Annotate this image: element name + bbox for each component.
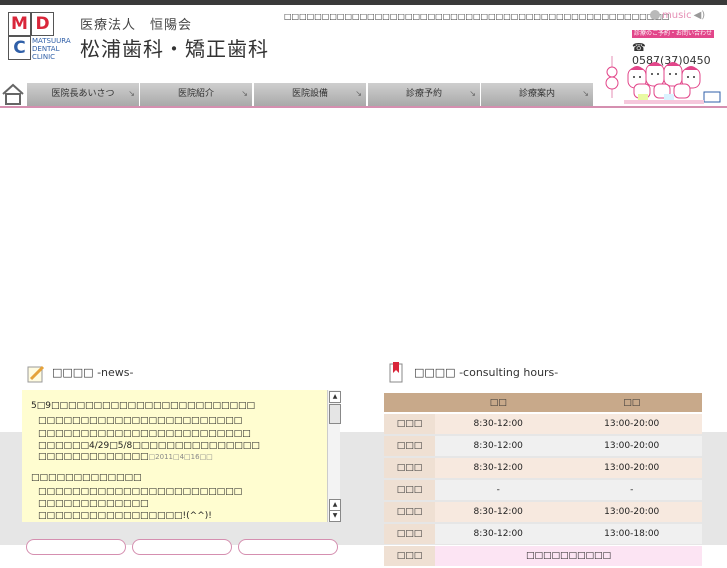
nav-item-label: 診療案内 [518,89,555,99]
news-item-heading: 5□9□□□□□□□□□□□□□□□□□□□□□□□□ [31,401,256,411]
table-row: □□□ 8:30-12:00 13:00-20:00 [384,436,702,456]
news-item-line: □□□□□□□□□□□□□ [38,499,149,509]
news-item-line: □□□□□□□□□□□□□□□□□□□□□□□□ [38,487,243,497]
day-cell: □□□ [384,414,435,434]
day-cell: □□□ [384,502,435,522]
am-cell: 8:30-12:00 [435,502,562,522]
pm-cell: - [561,480,702,500]
news-date: □2011□4□16□□ [148,453,213,461]
nav-item-reservation[interactable]: 診療予約 ↘ [368,83,481,106]
clinic-name: 松浦歯科・矯正歯科 [80,37,269,61]
nav-item-label: 医院設備 [291,89,328,99]
music-label: music [662,10,692,21]
music-disc-icon [650,10,660,20]
table-row: □□□ 8:30-12:00 13:00-20:00 [384,502,702,522]
top-bar [0,0,727,5]
nav-item-treatment-info[interactable]: 診療案内 ↘ [481,83,594,106]
logo-text: MATSUURA DENTAL CLINIC [32,37,71,61]
news-item-line: □□□□□□□□□□□□□□□□□□□□□□□□ [38,416,243,426]
table-row: □□□ □□□□□□□□□□ [384,546,702,566]
link-pill-3[interactable] [238,539,338,555]
nav-item-clinic-intro[interactable]: 医院紹介 ↘ [140,83,253,106]
am-cell: 8:30-12:00 [435,436,562,456]
bookmark-icon [389,362,403,383]
link-pill-1[interactable] [26,539,126,555]
scroll-down-button[interactable]: ▼ [329,510,341,522]
logo-letter-c: C [8,36,31,60]
nav-item-director-greeting[interactable]: 医院長あいさつ ↘ [27,83,140,106]
logo-letter-d: D [31,12,54,36]
teeth-characters-illustration [605,56,721,104]
am-cell: 8:30-12:00 [435,458,562,478]
nav-item-label: 医院紹介 [177,89,214,99]
clinic-logo[interactable]: M D C MATSUURA DENTAL CLINIC [8,12,76,62]
table-row: □□□ 8:30-12:00 13:00-20:00 [384,414,702,434]
nav-item-label: 診療予約 [405,89,442,99]
header-tagline: □□□□□□□□□□□□□□□□□□□□□□□□□□□□□□□□□□□□□□□□… [284,12,670,21]
arrow-icon: ↘ [582,89,589,98]
hours-header-pm: □□ [561,393,702,412]
pm-cell: 13:00-20:00 [561,458,702,478]
link-pill-2[interactable] [132,539,232,555]
day-cell: □□□ [384,524,435,544]
table-row: □□□ 8:30-12:00 13:00-18:00 [384,524,702,544]
news-item-line: □□□□□□□□□□□□□□2011□4□16□□ [38,452,213,462]
arrow-icon: ↘ [241,89,248,98]
nav-item-label: 医院長あいさつ [51,89,115,99]
news-item-heading: □□□□□□□□□□□□□ [31,473,142,483]
pm-cell: 13:00-20:00 [561,502,702,522]
day-cell: □□□ [384,436,435,456]
table-row: □□□ - - [384,480,702,500]
pm-cell: 13:00-18:00 [561,524,702,544]
header-divider [0,106,727,108]
scroll-thumb[interactable] [329,404,341,424]
news-title: □□□□ -news- [52,366,134,379]
scroll-up-button[interactable]: ▲ [329,391,341,403]
news-item-line: □□□□□□4/29□5/8□□□□□□□□□□□□□□□ [38,441,260,451]
speaker-icon: ◀) [693,10,706,21]
hours-header-day [384,393,435,412]
day-cell: □□□ [384,458,435,478]
day-cell: □□□ [384,546,435,566]
pencil-note-icon [27,365,45,383]
hours-table: □□ □□ □□□ 8:30-12:00 13:00-20:00 □□□ 8:3… [384,391,702,568]
arrow-icon: ↘ [128,89,135,98]
am-cell: - [435,480,562,500]
news-item-line: □□□□□□□□□□□□□□□□□!(^^)! [38,511,212,521]
logo-letter-m: M [8,12,31,36]
table-row: □□□ 8:30-12:00 13:00-20:00 [384,458,702,478]
news-scrollbar[interactable]: ▲ ▲ ▼ [327,390,341,522]
nav-home[interactable] [0,82,26,106]
am-cell: 8:30-12:00 [435,414,562,434]
arrow-icon: ↘ [355,89,362,98]
note-cell: □□□□□□□□□□ [435,546,702,566]
hours-title: □□□□ -consulting hours- [414,366,559,379]
nav-item-facilities[interactable]: 医院設備 ↘ [254,83,367,106]
day-cell: □□□ [384,480,435,500]
hours-header-row: □□ □□ [384,393,702,412]
am-cell: 8:30-12:00 [435,524,562,544]
hours-header-am: □□ [435,393,562,412]
reservation-badge: 診療のご予約・お問い合わせは [632,30,714,45]
news-item-line: □□□□□□□□□□□□□□□□□□□□□□□□□ [38,429,251,439]
corporation-name: 医療法人 恒陽会 [80,18,193,33]
pm-cell: 13:00-20:00 [561,414,702,434]
music-toggle[interactable]: music ◀) [650,10,705,21]
pm-cell: 13:00-20:00 [561,436,702,456]
arrow-icon: ↘ [469,89,476,98]
home-icon [2,83,24,105]
